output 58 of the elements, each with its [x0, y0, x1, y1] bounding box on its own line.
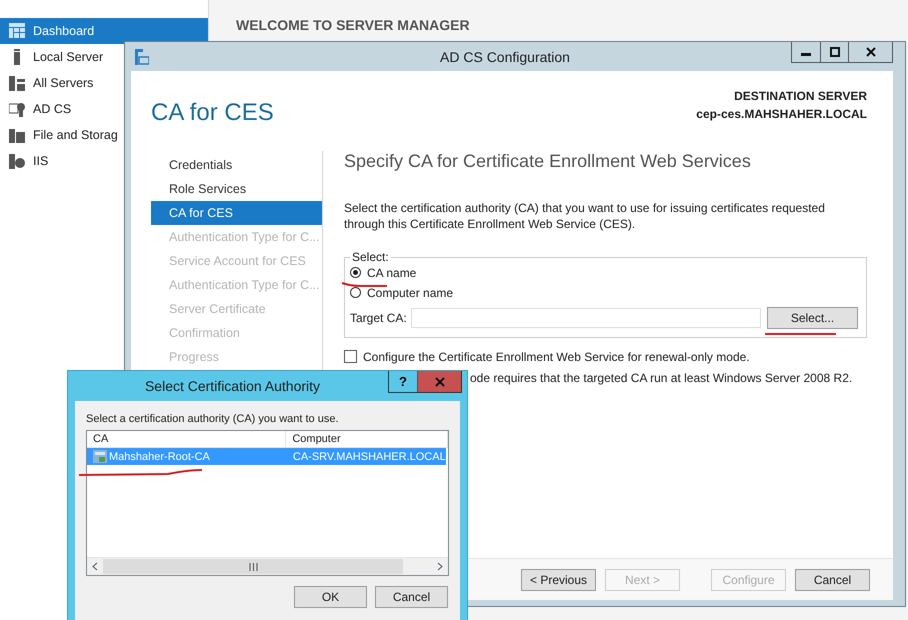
dialog-title: Select Certification Authority [144, 378, 322, 394]
radio-button[interactable] [350, 287, 361, 298]
sidebar-item[interactable]: Dashboard [0, 18, 208, 44]
section-heading: Specify CA for Certificate Enrollment Web Services [344, 151, 752, 172]
sidebar-item[interactable]: File and Storag [0, 122, 122, 148]
sidebar-label: File and Storag [33, 128, 118, 142]
target-label: Target CA: [350, 311, 407, 325]
dialog-prompt: Select a certification authority (CA) you want to use. [86, 413, 340, 425]
close-icon [434, 376, 444, 386]
checkbox-option[interactable]: Configure the Certificate Enrollment Web Service for renewal-only mode. [344, 350, 867, 363]
horizontal-scrollbar[interactable] [87, 557, 448, 575]
servers-icon [9, 75, 25, 91]
grid-icon [9, 23, 25, 39]
app-icon [135, 48, 149, 64]
radio-label: CA name [367, 266, 416, 280]
dialog-button[interactable]: OK [294, 586, 367, 608]
note-text: ode requires that the targeted CA run at least Windows Server 2008 R2. [470, 371, 854, 385]
sidebar-label: All Servers [33, 76, 94, 90]
radio-option[interactable]: CA name [350, 264, 858, 281]
radio-button[interactable] [350, 267, 361, 278]
close-icon [866, 47, 876, 57]
wizard-step[interactable]: CA for CES [151, 201, 322, 225]
sidebar-item[interactable]: AD CS [0, 96, 76, 122]
dialog-button[interactable]: Cancel [375, 586, 448, 608]
sidebar-label: Dashboard [33, 24, 94, 38]
grip-icon [248, 562, 258, 570]
sidebar-label: AD CS [33, 102, 72, 116]
sidebar-item[interactable]: All Servers [0, 70, 98, 96]
list-cell: Mahshaher-Root-CA [109, 450, 210, 462]
select-button[interactable]: Select... [767, 307, 858, 329]
target-ca-field[interactable] [410, 308, 761, 328]
destination-server: cep-ces.MAHSHAHER.LOCAL [696, 107, 867, 121]
radio-option[interactable]: Computer name [350, 284, 858, 301]
group-legend: Select: [350, 250, 391, 264]
page-title: CA for CES [151, 99, 274, 128]
sidebar-item[interactable]: IIS [0, 148, 52, 174]
checkbox[interactable] [344, 350, 357, 363]
sidebar-label: IIS [33, 154, 48, 168]
column-header[interactable]: Computer [286, 431, 448, 447]
certificate-icon [9, 101, 25, 117]
annotation-underline [341, 281, 389, 289]
sidebar-label: Local Server [33, 50, 104, 64]
server-icon [93, 450, 107, 463]
checkbox-label: Configure the Certificate Enrollment Web Service for renewal-only mode. [363, 350, 750, 364]
column-header[interactable]: CA [87, 431, 286, 447]
destination-label: DESTINATION SERVER [734, 89, 867, 103]
wizard-step[interactable]: Role Services [151, 177, 322, 201]
window-title: AD CS Configuration [439, 48, 571, 64]
wizard-button[interactable]: Cancel [795, 568, 870, 590]
radio-label: Computer name [367, 286, 454, 300]
scroll-thumb[interactable] [103, 559, 403, 574]
sidebar-item[interactable]: Local Server [0, 44, 108, 70]
description-text: Select the certification authority (CA) that you want to use for issuing certificates requested through this Certificate Enrollment Web Service (CES). [344, 200, 826, 232]
list-cell: CA-SRV.MAHSHAHER.LOCAL [292, 450, 446, 462]
wizard-button[interactable]: < Previous [521, 568, 596, 590]
maximize-icon [830, 47, 840, 57]
wizard-step[interactable]: Credentials [151, 153, 322, 177]
page-heading: WELCOME TO SERVER MANAGER [236, 17, 471, 33]
